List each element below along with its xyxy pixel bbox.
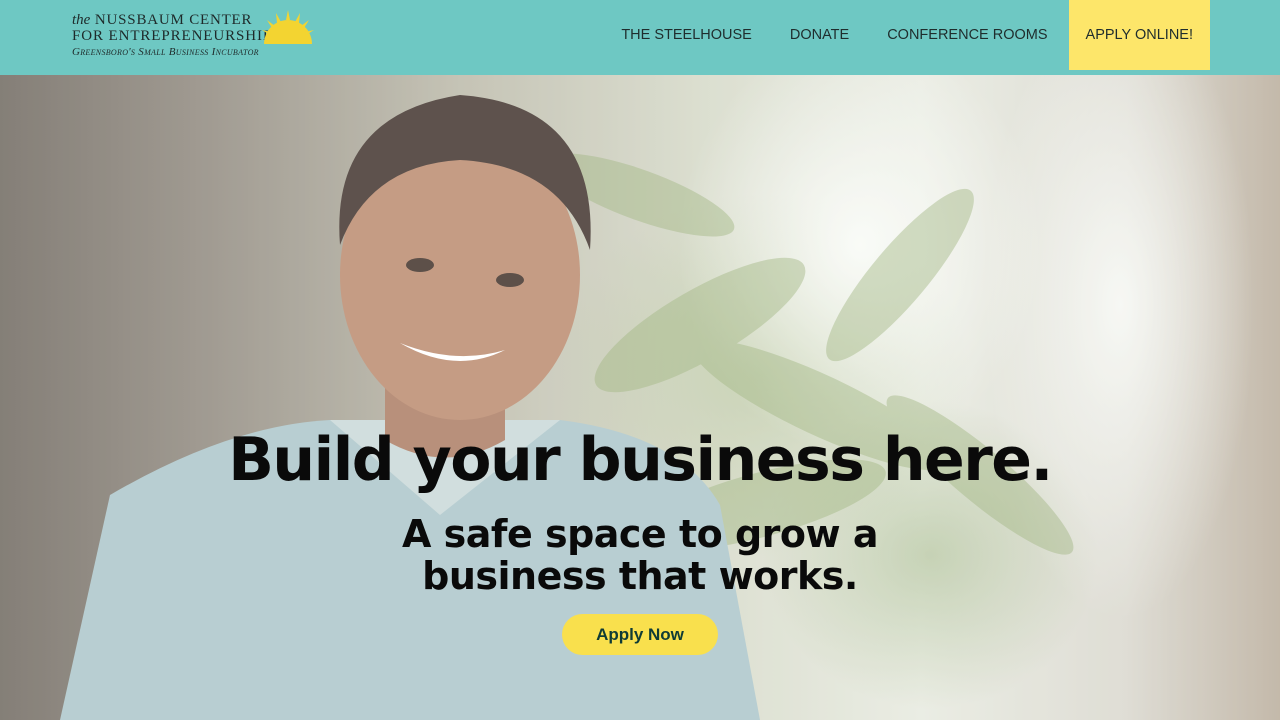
nav-item-steelhouse[interactable]: THE STEELHOUSE — [602, 0, 771, 70]
site-logo[interactable]: the NUSSBAUM CENTER FOR ENTREPRENEURSHIP… — [72, 10, 317, 62]
nav-item-donate[interactable]: DONATE — [771, 0, 868, 70]
hero-subheadline-line2: business that works. — [422, 554, 858, 598]
hero-subheadline-line1: A safe space to grow a — [402, 512, 878, 556]
nav-item-conference-rooms[interactable]: CONFERENCE ROOMS — [868, 0, 1066, 70]
site-header: the NUSSBAUM CENTER FOR ENTREPRENEURSHIP… — [0, 0, 1280, 75]
hero-section: Build your business here. A safe space t… — [0, 75, 1280, 720]
hero-headline: Build your business here. — [228, 425, 1053, 495]
logo-prefix: the — [72, 12, 91, 28]
logo-name: NUSSBAUM CENTER — [94, 12, 253, 28]
sun-icon — [262, 10, 314, 44]
main-nav: THE STEELHOUSE DONATE CONFERENCE ROOMS A… — [602, 0, 1210, 70]
logo-name-line1: the NUSSBAUM CENTER — [72, 12, 252, 29]
apply-now-button[interactable]: Apply Now — [562, 614, 718, 655]
nav-item-apply-online[interactable]: APPLY ONLINE! — [1068, 0, 1210, 70]
hero-subheadline: A safe space to grow a business that wor… — [0, 513, 1280, 597]
logo-name-line2: FOR ENTREPRENEURSHIP — [72, 28, 273, 44]
logo-tagline: Greensboro's Small Business Incubator — [72, 46, 259, 58]
